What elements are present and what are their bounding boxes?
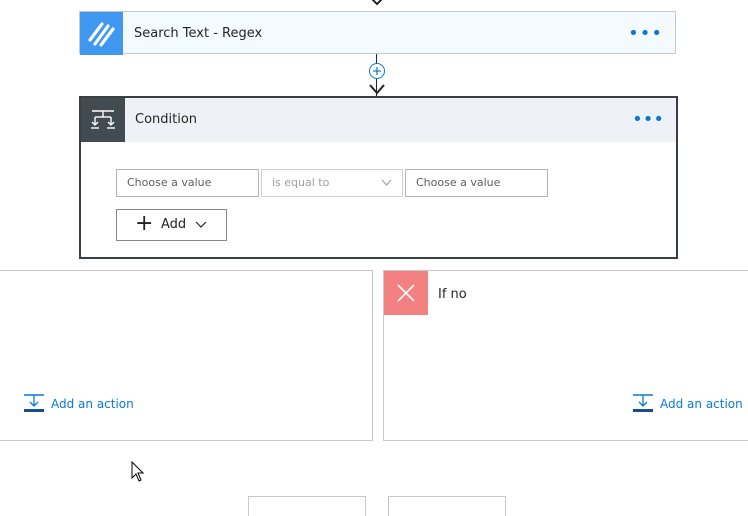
chevron-down-icon [195,210,207,252]
add-button-label: Add [161,217,187,232]
condition-header[interactable]: Condition ••• [81,98,676,142]
search-card-title: Search Text - Regex [134,26,263,41]
plus-circle-icon[interactable] [368,62,386,80]
mouse-cursor-icon [131,460,145,487]
if-yes-branch: Add an action [0,270,373,441]
bottom-button-left[interactable] [248,496,366,516]
left-value-placeholder: Choose a value [127,176,212,189]
condition-icon [81,98,125,142]
close-icon [384,271,428,315]
add-button[interactable]: + Add [116,209,227,241]
connector-arrow-top [368,0,386,8]
right-value-placeholder: Choose a value [416,176,501,189]
condition-title: Condition [135,112,198,127]
chevron-down-icon [381,170,392,207]
right-value-input[interactable]: Choose a value [405,169,548,197]
if-no-branch: If no Add an action [383,270,748,441]
add-action-icon [23,392,45,420]
if-no-label: If no [438,287,467,302]
search-text-card[interactable]: Search Text - Regex ••• [79,11,676,55]
operator-select[interactable]: is equal to [261,169,403,197]
condition-menu-button[interactable]: ••• [632,98,664,142]
striped-logo-icon [80,12,123,55]
add-action-label-no: Add an action [660,397,743,411]
plus-icon: + [135,211,154,236]
search-card-menu-button[interactable]: ••• [628,12,663,55]
condition-card[interactable]: Condition ••• Choose a value is equal to… [79,96,678,259]
add-action-icon [632,392,654,420]
add-action-label-yes: Add an action [51,397,134,411]
bottom-button-right[interactable] [388,496,506,516]
left-value-input[interactable]: Choose a value [116,169,259,197]
operator-label: is equal to [272,176,330,189]
